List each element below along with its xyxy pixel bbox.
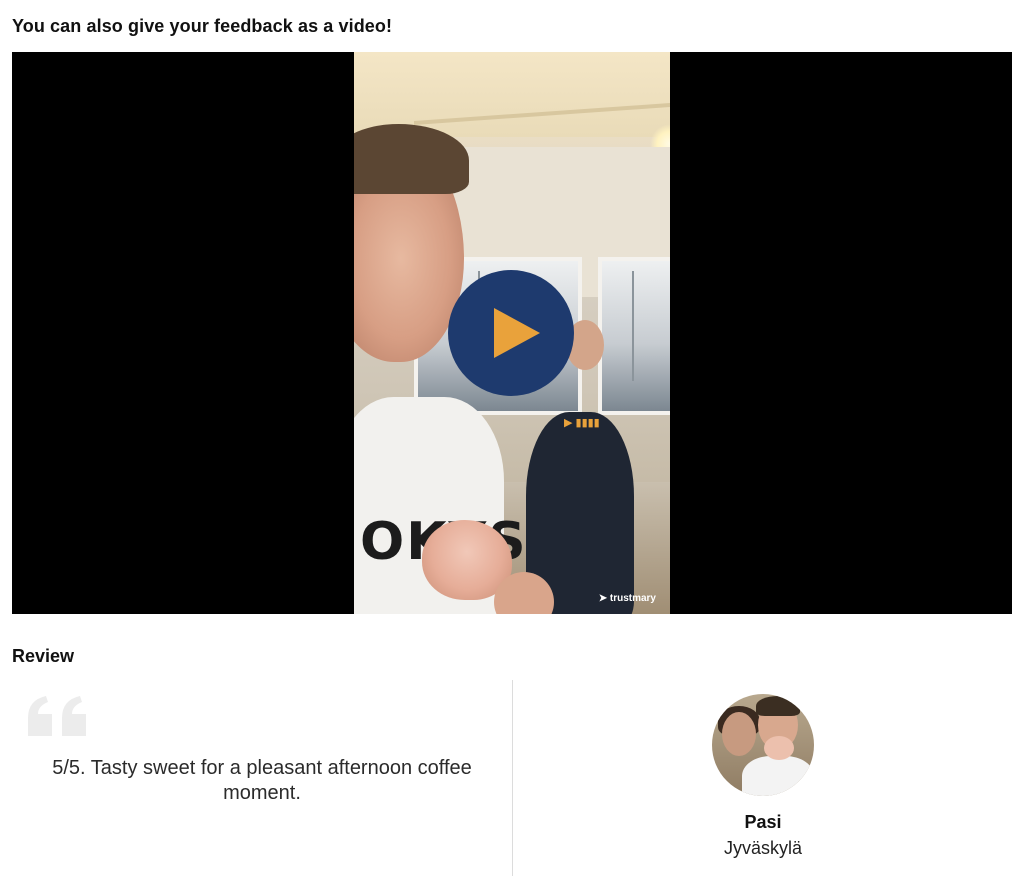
reviewer-location: Jyväskylä [723,838,803,858]
review-text: 5/5. Tasty sweet for a pleasant afternoo… [52,757,472,804]
quote-icon [28,696,86,736]
avatar-shirt [742,756,814,796]
video-feedback-heading: You can also give your feedback as a vid… [12,16,393,36]
avatar-person1-face [722,712,756,756]
review-divider [512,680,513,876]
watermark-label: trustmary [609,593,656,604]
video-player[interactable]: ▶ ▮▮▮▮ OKYS ➤ trustmary [12,52,1012,614]
trustmary-watermark: ➤ trustmary [598,593,656,604]
avatar-cupcake [764,736,794,760]
play-button[interactable] [448,270,574,396]
play-icon [494,308,540,358]
thumbnail-mast [632,271,634,381]
thumbnail-window-right [598,257,670,415]
thumbnail-hoodie-logo: ▶ ▮▮▮▮ [564,417,600,429]
reviewer-avatar [712,694,814,796]
review-section-title: Review [12,646,75,666]
avatar-person2-hair [756,696,800,716]
reviewer-name: Pasi [744,812,782,832]
